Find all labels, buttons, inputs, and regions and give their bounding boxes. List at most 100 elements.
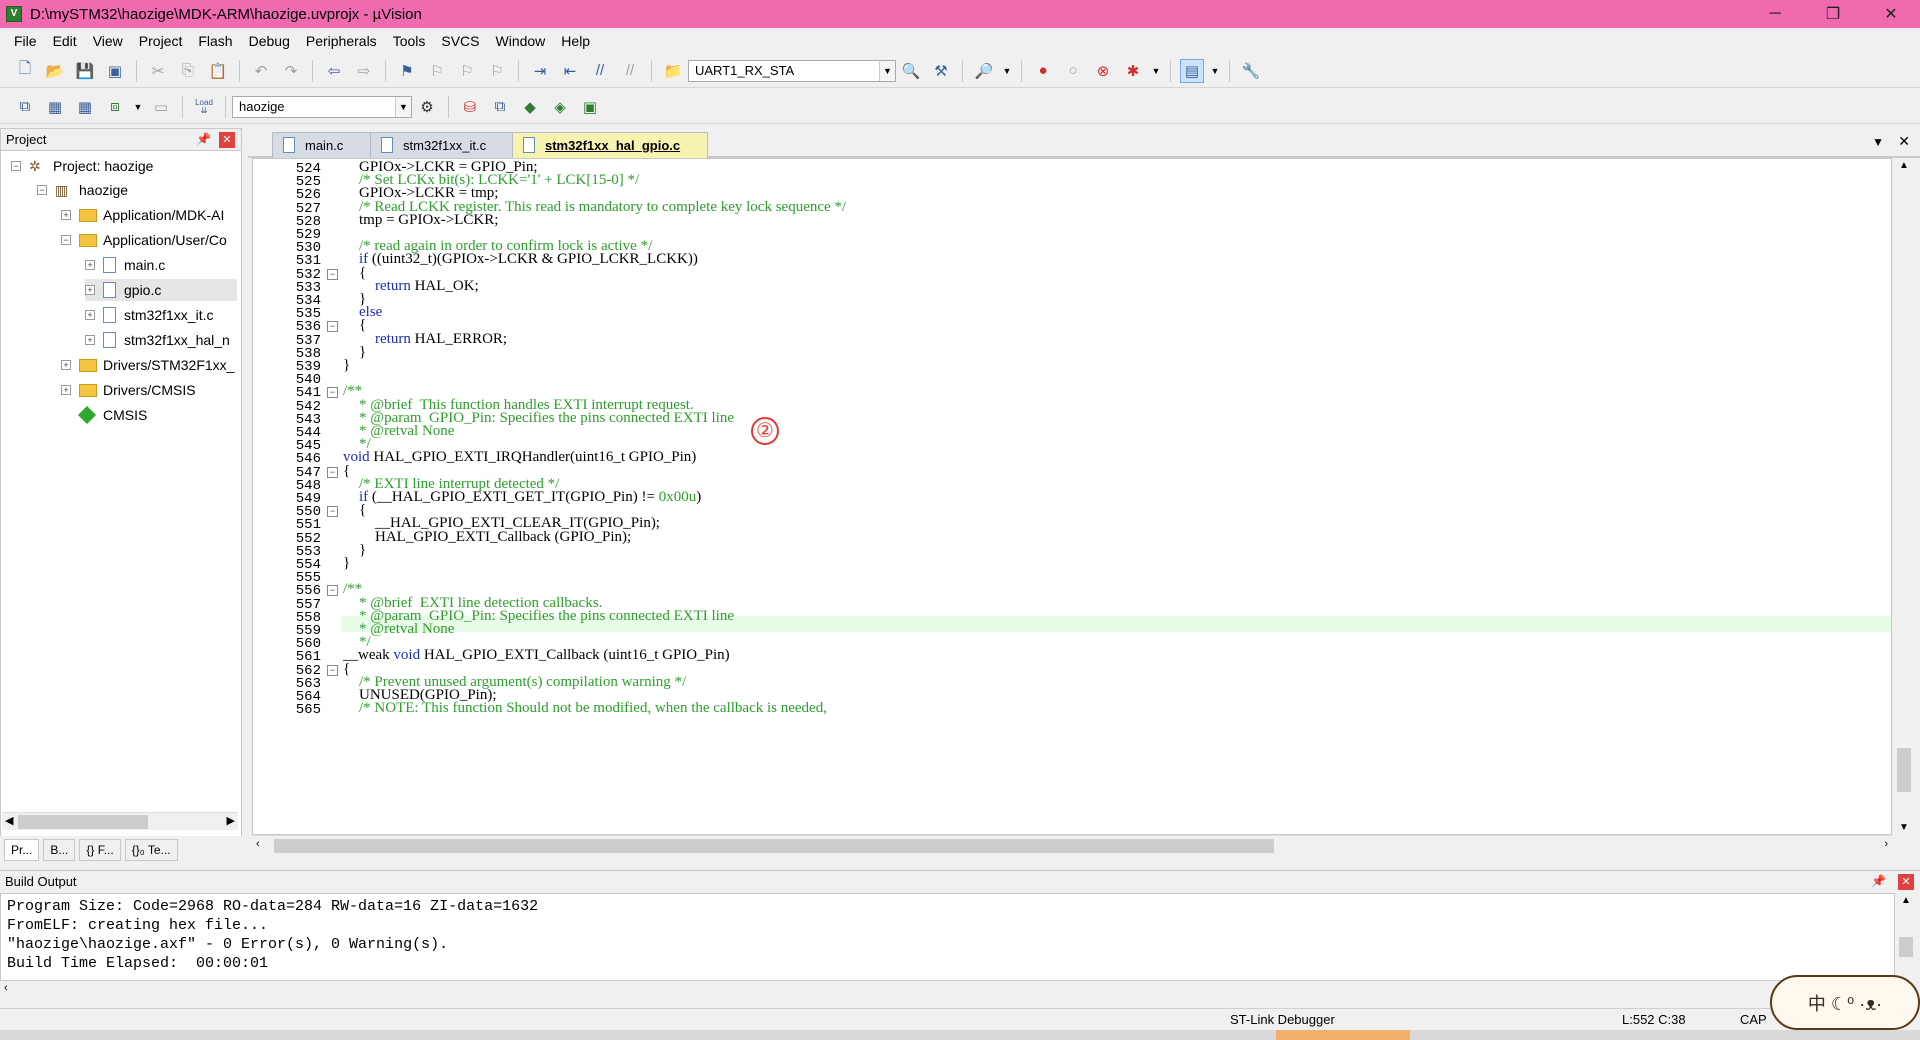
scroll-up-icon[interactable]: ▲	[1901, 895, 1911, 906]
fold-toggle-icon[interactable]: −	[327, 664, 338, 676]
close-window-button[interactable]: ✕	[1862, 0, 1920, 28]
menu-help[interactable]: Help	[553, 33, 598, 49]
manage-project-items-icon[interactable]: ⛁	[458, 95, 482, 119]
menu-peripherals[interactable]: Peripherals	[298, 33, 385, 49]
close-panel-button[interactable]: ✕	[1898, 874, 1914, 890]
close-panel-button[interactable]: ✕	[219, 132, 235, 148]
breakpoint-icon[interactable]: ●	[1031, 59, 1055, 83]
code-editor[interactable]: 524 525 526 527 528 529 530 531 532 533 534 535 536 5…	[252, 158, 1892, 835]
disable-all-breakpoints-icon[interactable]: ⊗	[1091, 59, 1115, 83]
menu-window[interactable]: Window	[488, 33, 554, 49]
close-tab-icon[interactable]: ✕	[1898, 133, 1910, 150]
project-horizontal-scrollbar[interactable]: ◀ ▶	[2, 812, 238, 830]
expand-icon[interactable]: +	[61, 210, 71, 220]
expand-icon[interactable]: +	[61, 385, 71, 395]
indent-icon[interactable]: ⇥	[528, 59, 552, 83]
tab-functions[interactable]: {} F...	[79, 838, 121, 861]
collapse-icon[interactable]: −	[11, 161, 21, 171]
open-file-icon[interactable]: 📂	[43, 59, 67, 83]
expand-icon[interactable]: +	[85, 285, 95, 295]
scroll-left-icon[interactable]: ‹	[4, 982, 8, 994]
undo-icon[interactable]: ↶	[249, 59, 273, 83]
pin-icon[interactable]: 📌	[1871, 874, 1886, 888]
tree-item-stm32f1xx-hal-msp-c[interactable]: + stm32f1xx_hal_n	[85, 329, 230, 351]
dropdown-arrow-icon[interactable]: ▼	[1210, 59, 1220, 83]
tree-item-main-c[interactable]: + main.c	[85, 254, 165, 276]
tab-books[interactable]: B...	[43, 838, 76, 861]
tab-list-dropdown-icon[interactable]: ▼	[1872, 135, 1884, 149]
expand-icon[interactable]: +	[85, 310, 95, 320]
uncomment-icon[interactable]: //	[618, 59, 642, 83]
fold-toggle-icon[interactable]: −	[327, 321, 338, 333]
navigate-forward-icon[interactable]: ⇨	[352, 59, 376, 83]
tab-stm32f1xx-hal-gpio-c[interactable]: stm32f1xx_hal_gpio.c	[512, 132, 708, 158]
ime-mascot-widget[interactable]: 中 ☾⁰ ·ᴥ·	[1770, 975, 1920, 1030]
scrollbar-thumb[interactable]	[1899, 937, 1913, 957]
build-output-pane[interactable]: Program Size: Code=2968 RO-data=284 RW-d…	[0, 893, 1895, 981]
cut-icon[interactable]: ✂	[146, 59, 170, 83]
bookmark-icon[interactable]: ⚑	[395, 59, 419, 83]
expand-icon[interactable]: +	[61, 360, 71, 370]
restore-button[interactable]: ❐	[1804, 0, 1862, 28]
build-output-horizontal-scrollbar[interactable]: ‹	[0, 981, 1895, 999]
comment-icon[interactable]: //	[588, 59, 612, 83]
find-icon[interactable]: 🔍	[899, 59, 923, 83]
pack-installer-icon[interactable]: ▣	[578, 95, 602, 119]
collapse-icon[interactable]: −	[37, 185, 47, 195]
next-bookmark-icon[interactable]: ⚐	[455, 59, 479, 83]
save-icon[interactable]: 💾	[73, 59, 97, 83]
menu-edit[interactable]: Edit	[45, 33, 85, 49]
tree-item-stm32f1xx-it-c[interactable]: + stm32f1xx_it.c	[85, 304, 213, 326]
target-options-icon[interactable]: ⚙	[415, 95, 439, 119]
unindent-icon[interactable]: ⇤	[558, 59, 582, 83]
scroll-right-icon[interactable]: ›	[1884, 838, 1888, 850]
menu-project[interactable]: Project	[131, 33, 191, 49]
scrollbar-thumb[interactable]	[1897, 748, 1911, 792]
tab-templates[interactable]: {}₀ Te...	[124, 838, 178, 861]
batch-build-icon[interactable]: ⧈	[103, 95, 127, 119]
clear-bookmarks-icon[interactable]: ⚐	[485, 59, 509, 83]
editor-vertical-scrollbar[interactable]: ▲ ▼	[1894, 158, 1914, 835]
editor-horizontal-scrollbar[interactable]: ‹ ›	[252, 835, 1892, 855]
save-all-icon[interactable]: ▣	[103, 59, 127, 83]
scroll-right-icon[interactable]: ▶	[227, 814, 235, 827]
pin-icon[interactable]: 📌	[196, 132, 211, 146]
tab-stm32f1xx-it-c[interactable]: stm32f1xx_it.c	[370, 132, 524, 158]
build-icon[interactable]: ▦	[43, 95, 67, 119]
incremental-find-icon[interactable]: ⚒	[929, 59, 953, 83]
expand-icon[interactable]: +	[85, 335, 95, 345]
tree-item-group-drivers-stm32[interactable]: + Drivers/STM32F1xx_	[61, 354, 234, 376]
kill-breakpoints-icon[interactable]: ✱	[1121, 59, 1145, 83]
target-select[interactable]: haozige ▼	[232, 95, 412, 118]
prev-bookmark-icon[interactable]: ⚐	[425, 59, 449, 83]
menu-tools[interactable]: Tools	[385, 33, 434, 49]
manage-run-time-environment-icon[interactable]: ◆	[518, 95, 542, 119]
scroll-left-icon[interactable]: ‹	[256, 838, 260, 850]
configure-icon[interactable]: 🔧	[1239, 59, 1263, 83]
expand-icon[interactable]: +	[85, 260, 95, 270]
stop-build-icon[interactable]: ▭	[149, 95, 173, 119]
dropdown-arrow-icon[interactable]: ▼	[1151, 59, 1161, 83]
fold-toggle-icon[interactable]: −	[327, 268, 338, 280]
manage-multi-project-icon[interactable]: ⧉	[488, 95, 512, 119]
translate-icon[interactable]: ⧉	[13, 95, 37, 119]
download-icon[interactable]: Load ⇊	[192, 95, 216, 119]
scroll-down-icon[interactable]: ▼	[1899, 822, 1909, 833]
tree-item-group-drivers-cmsis[interactable]: + Drivers/CMSIS	[61, 379, 196, 401]
window-layout-icon[interactable]: ▤	[1180, 58, 1204, 83]
collapse-icon[interactable]: −	[61, 235, 71, 245]
tab-project[interactable]: Pr...	[4, 838, 40, 861]
scrollbar-thumb[interactable]	[274, 839, 1274, 853]
redo-icon[interactable]: ↷	[279, 59, 303, 83]
tree-item-group-application-user[interactable]: − Application/User/Co	[61, 229, 227, 251]
dropdown-arrow-icon[interactable]: ▼	[133, 95, 143, 119]
rebuild-icon[interactable]: ▦	[73, 95, 97, 119]
navigate-back-icon[interactable]: ⇦	[322, 59, 346, 83]
new-file-icon[interactable]: 🗋	[13, 59, 37, 83]
menu-file[interactable]: File	[6, 33, 45, 49]
paste-icon[interactable]: 📋	[206, 59, 230, 83]
chevron-down-icon[interactable]: ▼	[395, 96, 411, 117]
fold-toggle-icon[interactable]: −	[327, 585, 338, 597]
menu-debug[interactable]: Debug	[241, 33, 298, 49]
tree-item-gpio-c[interactable]: + gpio.c	[85, 279, 237, 301]
